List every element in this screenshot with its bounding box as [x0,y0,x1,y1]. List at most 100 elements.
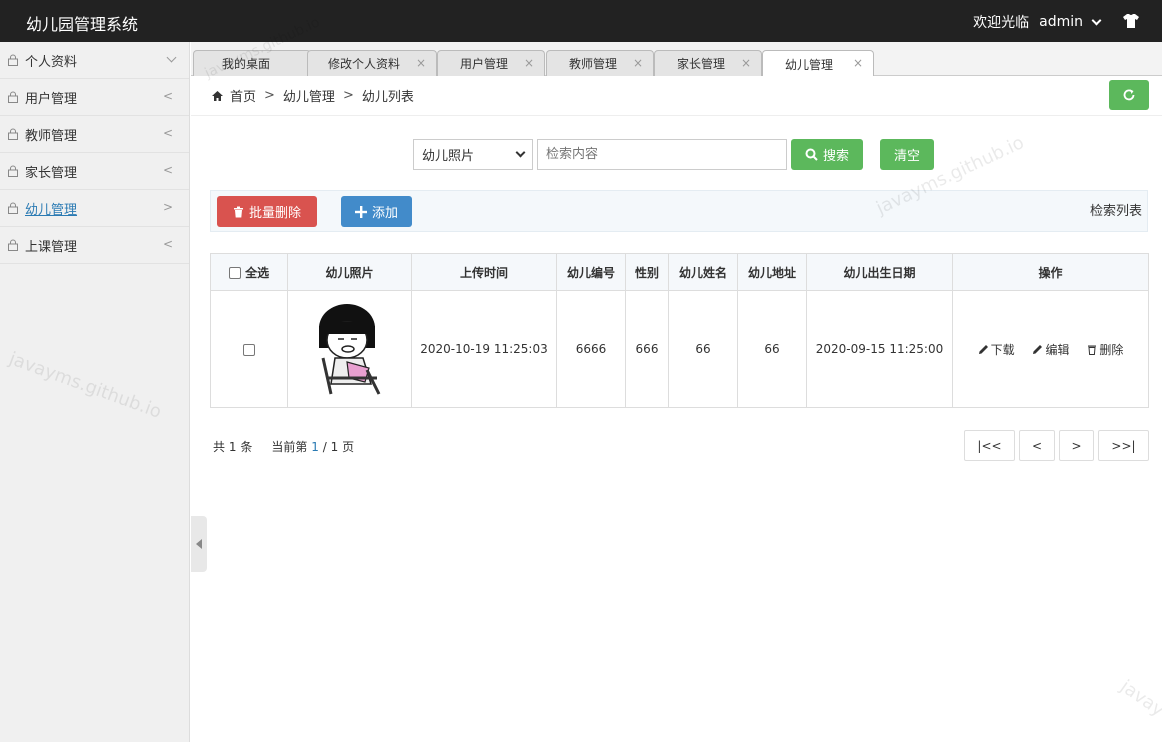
select-all-label: 全选 [245,265,270,280]
row-checkbox[interactable] [243,343,255,356]
sidebar-item-classes[interactable]: 上课管理 < [0,227,189,264]
delete-label: 删除 [1099,342,1124,357]
download-link[interactable]: 下载 [978,341,1015,358]
tab-edit-profile[interactable]: 修改个人资料 × [307,50,437,76]
breadcrumb-separator: > [264,88,275,103]
next-page-button[interactable]: > [1059,430,1094,461]
sidebar-item-label: 个人资料 [25,54,78,70]
lock-icon [8,165,18,177]
tab-teacher-management[interactable]: 教师管理 × [546,50,654,76]
sidebar-item-label: 家长管理 [25,165,78,181]
edit-link[interactable]: 编辑 [1032,341,1070,358]
search-field-select[interactable]: 幼儿照片 [413,138,533,170]
tab-label: 修改个人资料 [328,57,401,71]
list-toolbar: 批量删除 添加 检索列表 [210,190,1148,232]
plus-icon [354,205,367,218]
column-header: 幼儿地址 [737,253,807,291]
batch-delete-label: 批量删除 [248,206,301,221]
select-all-header[interactable]: 全选 [210,253,288,291]
total-pages: 1 [330,440,339,454]
tab-label: 家长管理 [677,57,726,71]
home-icon [212,90,223,101]
gender-cell: 666 [625,290,669,408]
child-photo-cell [287,290,412,408]
prev-page-button[interactable]: < [1019,430,1055,461]
user-menu[interactable]: 欢迎光临 admin [973,12,1102,32]
sidebar-item-profile[interactable]: 个人资料 [0,42,189,79]
select-all-checkbox[interactable] [228,267,241,279]
child-photo[interactable] [305,298,395,398]
upload-time-cell: 2020-10-19 11:25:03 [411,290,557,408]
breadcrumb-separator: > [342,88,354,103]
clear-button-label: 清空 [893,148,920,164]
trash-icon [233,206,243,217]
delete-link[interactable]: 删除 [1087,341,1123,358]
trash-icon [1088,345,1097,355]
column-header: 幼儿照片 [287,253,412,291]
theme-shirt-icon[interactable] [1122,12,1140,30]
table-header-row: 全选 幼儿照片 上传时间 幼儿编号 性别 幼儿姓名 幼儿地址 幼儿出生日期 操作 [210,253,1149,291]
lock-icon [8,91,18,103]
sidebar-item-label: 上课管理 [25,239,78,255]
close-icon[interactable]: × [416,56,426,70]
chevron-left-icon: < [162,89,173,103]
sidebar-collapse-handle[interactable] [191,516,207,572]
tab-label: 教师管理 [569,57,618,71]
total-prefix: 共 [213,440,226,454]
column-header: 性别 [625,253,669,291]
last-page-button[interactable]: >>| [1098,430,1149,461]
tab-label: 我的桌面 [222,57,271,71]
children-table: 全选 幼儿照片 上传时间 幼儿编号 性别 幼儿姓名 幼儿地址 幼儿出生日期 操作 [210,253,1149,408]
sidebar-item-label: 用户管理 [25,91,78,107]
first-page-button[interactable]: |<< [964,430,1015,461]
column-header: 上传时间 [411,253,557,291]
caret-left-icon [196,539,202,549]
close-icon[interactable]: × [853,56,863,70]
sidebar-item-users[interactable]: 用户管理 < [0,79,189,116]
sidebar-item-children[interactable]: 幼儿管理 > [0,190,189,227]
close-icon[interactable]: × [633,56,643,70]
page-separator: / [322,440,327,454]
breadcrumb-home[interactable]: 首页 [230,86,256,105]
address-cell: 66 [737,290,807,408]
sidebar-item-teachers[interactable]: 教师管理 < [0,116,189,153]
sidebar-item-label: 幼儿管理 [25,202,78,218]
clear-button[interactable]: 清空 [880,138,934,170]
search-input[interactable] [537,138,787,170]
refresh-button[interactable] [1109,80,1149,110]
search-button[interactable]: 搜索 [791,138,863,170]
sidebar: 个人资料 用户管理 < 教师管理 < 家长管理 < 幼儿管理 > 上课管理 < [0,42,190,742]
tab-user-management[interactable]: 用户管理 × [437,50,545,76]
row-select-cell [210,290,288,408]
username: admin [1039,14,1083,30]
tab-label: 用户管理 [460,57,509,71]
close-icon[interactable]: × [524,56,534,70]
total-suffix: 条 [240,440,253,454]
search-bar: 幼儿照片 搜索 清空 [413,138,934,170]
welcome-text: 欢迎光临 [973,15,1030,31]
tab-parent-management[interactable]: 家长管理 × [654,50,762,76]
tab-bar: 我的桌面 修改个人资料 × 用户管理 × 教师管理 × 家长管理 × 幼儿管理 … [191,42,1162,77]
column-header: 幼儿姓名 [668,253,738,291]
pagination-info: 共 1 条 当前第 1 / 1 页 [213,438,354,455]
top-header: 幼儿园管理系统 欢迎光临 admin [0,0,1162,42]
page-suffix: 页 [342,440,355,454]
sidebar-item-parents[interactable]: 家长管理 < [0,153,189,190]
current-prefix: 当前第 [271,440,308,454]
tab-desktop[interactable]: 我的桌面 [193,50,311,76]
table-row: 2020-10-19 11:25:03 6666 666 66 66 2020-… [210,290,1149,408]
pencil-icon [978,344,988,354]
download-label: 下载 [990,342,1015,357]
tab-child-management[interactable]: 幼儿管理 × [762,50,874,77]
search-button-label: 搜索 [822,148,849,164]
pencil-icon [1033,344,1043,354]
add-button[interactable]: 添加 [341,196,412,227]
child-no-cell: 6666 [556,290,626,408]
lock-icon [8,54,18,66]
chevron-left-icon: < [162,237,173,251]
chevron-left-icon: < [162,126,173,140]
close-icon[interactable]: × [741,56,751,70]
column-header: 幼儿出生日期 [806,253,953,291]
batch-delete-button[interactable]: 批量删除 [217,196,317,227]
breadcrumb-level1[interactable]: 幼儿管理 [283,86,335,105]
